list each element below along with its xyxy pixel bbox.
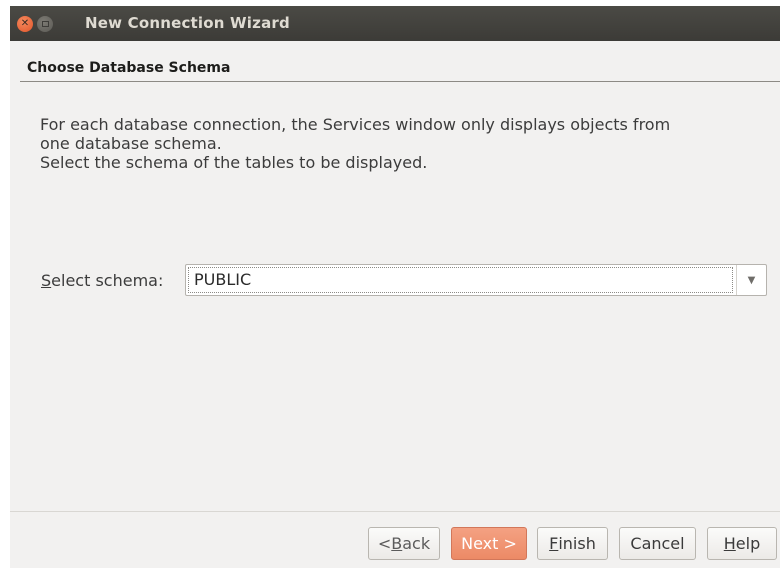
next-button[interactable]: Next > — [451, 527, 527, 560]
maximize-icon[interactable] — [37, 16, 53, 32]
schema-selected-value: PUBLIC — [194, 270, 252, 289]
wizard-window: ✕ New Connection Wizard Choose Database … — [10, 6, 780, 568]
chevron-down-icon[interactable]: ▼ — [736, 265, 766, 295]
schema-combobox-field[interactable]: PUBLIC — [188, 267, 733, 293]
step-title-divider — [20, 81, 780, 82]
help-button-label: elp — [735, 534, 761, 553]
select-schema-mnemonic: S — [41, 271, 52, 290]
select-schema-label-text: elect schema: — [51, 271, 164, 290]
next-button-label: Next > — [461, 534, 517, 553]
back-button-mnemonic: B — [391, 534, 403, 553]
back-button[interactable]: < Back — [368, 527, 440, 560]
description-line-1: For each database connection, the Servic… — [40, 115, 671, 134]
window-title: New Connection Wizard — [85, 14, 290, 32]
step-description: For each database connection, the Servic… — [40, 115, 775, 172]
finish-button-label: inish — [558, 534, 596, 553]
back-button-label: ack — [402, 534, 431, 553]
help-button-mnemonic: H — [723, 534, 736, 553]
finish-button-mnemonic: F — [549, 534, 559, 553]
select-schema-label: Select schema: — [41, 271, 163, 290]
cancel-button-label: Cancel — [630, 534, 685, 553]
button-bar-divider — [10, 511, 780, 512]
close-icon[interactable]: ✕ — [17, 16, 33, 32]
step-title: Choose Database Schema — [27, 60, 231, 76]
schema-combobox[interactable]: PUBLIC ▼ — [185, 264, 767, 296]
cancel-button[interactable]: Cancel — [619, 527, 696, 560]
description-line-3: Select the schema of the tables to be di… — [40, 153, 428, 172]
help-button[interactable]: Help — [707, 527, 777, 560]
finish-button[interactable]: Finish — [537, 527, 608, 560]
maximize-icon-glyph — [41, 21, 49, 27]
description-line-2: one database schema. — [40, 134, 222, 153]
title-bar[interactable]: ✕ New Connection Wizard — [10, 6, 780, 41]
back-button-prefix: < — [377, 534, 392, 553]
